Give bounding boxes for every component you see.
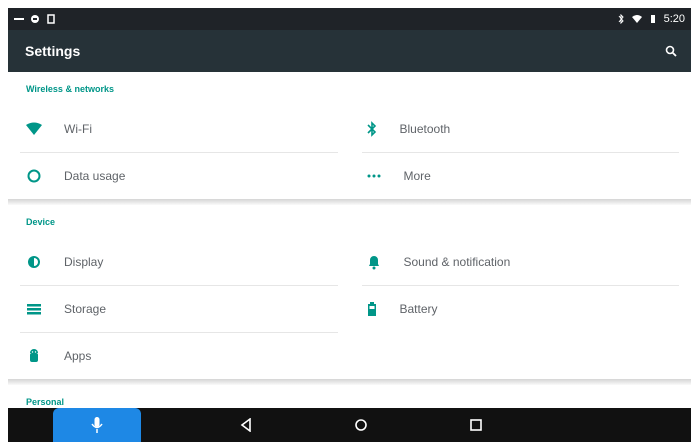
section-personal: Personal [8,385,691,408]
search-icon [665,45,677,57]
navigation-bar [8,408,691,442]
mic-icon [91,417,103,433]
setting-label: Battery [399,302,438,316]
setting-apps[interactable]: Apps [8,333,350,379]
notification-small-icon [14,18,24,20]
android-icon [31,15,39,23]
more-icon [367,174,380,178]
back-icon [240,418,251,432]
setting-sound[interactable]: Sound & notification [350,239,692,285]
android-icon [30,349,38,362]
sim-icon [47,14,55,24]
back-button[interactable] [238,417,254,433]
storage-icon [27,304,41,315]
setting-label: Display [64,255,104,269]
section-wireless: Wireless & networks Wi-Fi Bluetooth Data… [8,72,691,199]
section-header: Device [26,217,56,227]
status-bar: 5:20 [8,8,691,30]
page-title: Settings [25,43,81,59]
status-time: 5:20 [663,13,685,25]
setting-label: Sound & notification [403,255,511,269]
recent-apps-icon [470,419,482,431]
bell-icon [368,256,379,270]
home-icon [355,419,367,431]
battery-icon [650,15,655,23]
bluetooth-icon [618,14,624,24]
setting-storage[interactable]: Storage [8,286,350,332]
setting-bluetooth[interactable]: Bluetooth [350,106,692,152]
setting-battery[interactable]: Battery [350,286,692,332]
section-header: Wireless & networks [26,84,114,94]
battery-icon [367,302,376,316]
setting-display[interactable]: Display [8,239,350,285]
setting-label: Bluetooth [399,122,451,136]
section-header: Personal [26,397,65,407]
recent-apps-button[interactable] [468,417,484,433]
wifi-icon [631,15,642,23]
home-button[interactable] [353,417,369,433]
display-icon [28,256,40,268]
bluetooth-icon [366,121,376,137]
wifi-icon [26,122,42,135]
setting-label: Apps [64,349,92,363]
voice-search-button[interactable] [53,408,141,442]
setting-label: Storage [64,302,107,316]
section-device: Device Display Sound & notification Stor… [8,205,691,379]
setting-wifi[interactable]: Wi-Fi [8,106,350,152]
setting-label: Data usage [64,169,126,183]
setting-label: More [403,169,431,183]
app-bar: Settings [8,30,691,72]
data-usage-icon [27,169,41,183]
search-button[interactable] [661,41,681,61]
settings-content: Wireless & networks Wi-Fi Bluetooth Data… [8,72,691,408]
setting-label: Wi-Fi [64,122,92,136]
setting-data-usage[interactable]: Data usage [8,153,350,199]
setting-more[interactable]: More [350,153,692,199]
